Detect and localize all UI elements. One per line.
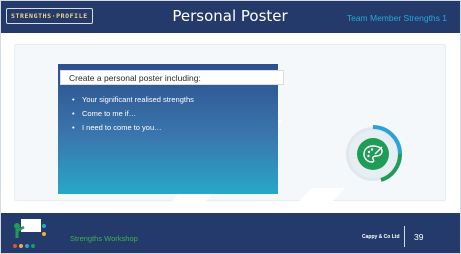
section-subtitle: Team Member Strengths 1 bbox=[346, 13, 447, 23]
footer-divider bbox=[404, 226, 405, 247]
slide: STRENGTHS·PROFILE Personal Poster Team M… bbox=[0, 0, 461, 254]
card-headline: Create a personal poster including: bbox=[60, 70, 284, 85]
header-bar: STRENGTHS·PROFILE Personal Poster Team M… bbox=[0, 0, 461, 33]
bullet-item: Your significant realised strengths bbox=[72, 93, 272, 107]
page-title: Personal Poster bbox=[172, 7, 288, 25]
card-bullet-list: Your significant realised strengths Come… bbox=[72, 93, 272, 135]
easel-logo-icon bbox=[13, 219, 46, 248]
workshop-label: Strengths Workshop bbox=[70, 234, 138, 243]
bullet-item: Come to me if… bbox=[72, 107, 272, 121]
palette-icon bbox=[357, 138, 389, 170]
bullet-item: I need to come to you… bbox=[72, 121, 272, 135]
page-number: 39 bbox=[414, 232, 424, 242]
strengths-profile-logo: STRENGTHS·PROFILE bbox=[6, 8, 93, 24]
copyright-text: Cappy & Co Ltd bbox=[362, 234, 400, 240]
